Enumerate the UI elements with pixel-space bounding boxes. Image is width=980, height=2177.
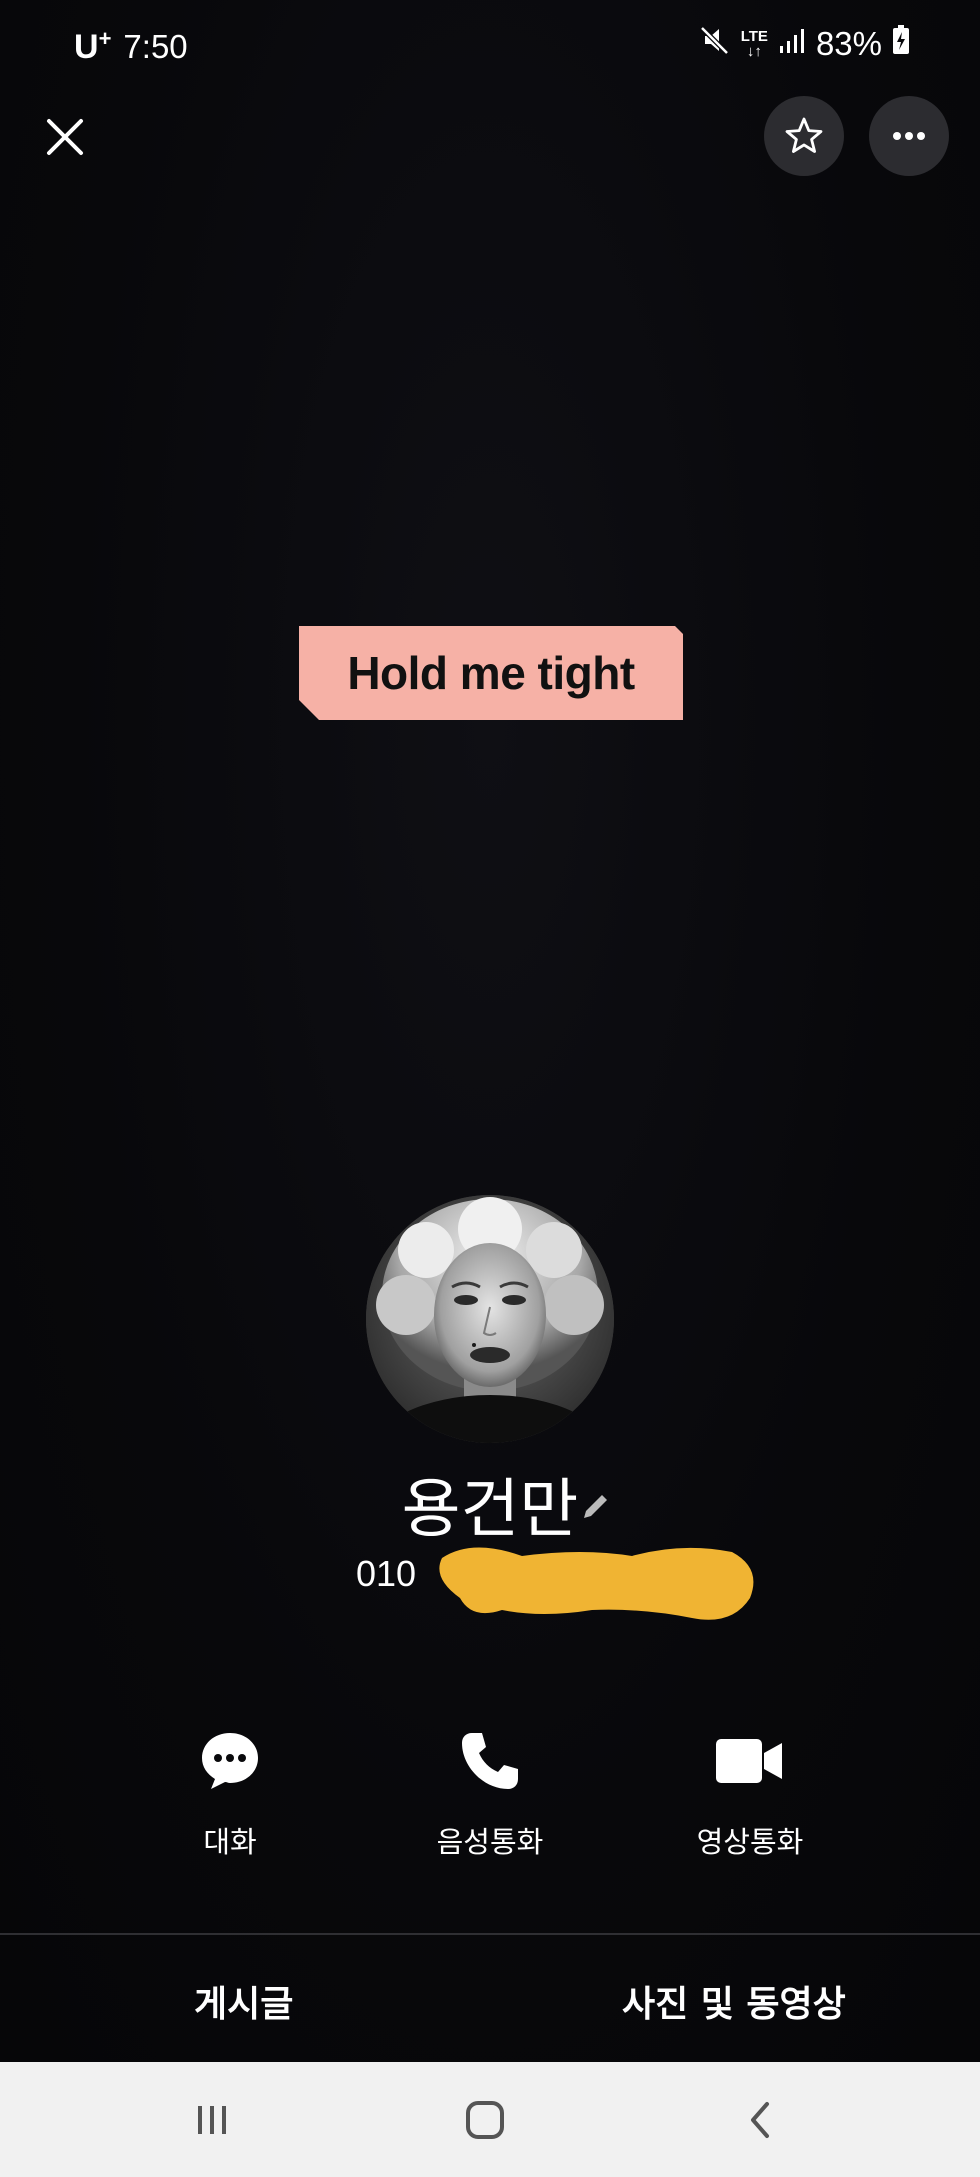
back-icon bbox=[751, 2102, 769, 2138]
profile-screen: U+ 7:50 LTE ↓↑ 83% Hold me tight 용건만 010… bbox=[0, 0, 980, 2062]
more-options-button[interactable] bbox=[869, 96, 949, 176]
recents-button[interactable] bbox=[182, 2092, 242, 2148]
phone-icon bbox=[454, 1725, 526, 1797]
clock: 7:50 bbox=[123, 27, 188, 65]
home-icon bbox=[466, 2101, 504, 2139]
battery-percent: 83% bbox=[815, 25, 882, 62]
battery-icon bbox=[892, 25, 910, 63]
video-call-label: 영상통화 bbox=[696, 1825, 804, 1859]
star-icon bbox=[785, 117, 823, 153]
back-button[interactable] bbox=[730, 2092, 790, 2148]
status-message-sticker[interactable]: Hold me tight bbox=[299, 626, 683, 720]
recents-icon bbox=[198, 2106, 226, 2134]
chat-label: 대화 bbox=[203, 1825, 257, 1859]
more-dots-icon bbox=[893, 132, 925, 140]
voice-call-label: 음성통화 bbox=[436, 1825, 544, 1859]
close-icon bbox=[47, 119, 83, 155]
mute-icon bbox=[699, 24, 731, 64]
tab-photos-videos[interactable]: 사진 및 동영상 bbox=[622, 1975, 846, 2027]
status-left: U+ 7:50 bbox=[74, 26, 188, 67]
lte-icon: LTE ↓↑ bbox=[740, 28, 768, 60]
chat-action[interactable]: 대화 bbox=[130, 1725, 330, 1861]
favorite-button[interactable] bbox=[764, 96, 844, 176]
status-bar: U+ 7:50 LTE ↓↑ 83% bbox=[0, 0, 980, 92]
voice-call-action[interactable]: 음성통화 bbox=[390, 1725, 590, 1861]
close-button[interactable] bbox=[38, 110, 92, 164]
video-camera-icon bbox=[714, 1725, 786, 1797]
system-nav-bar bbox=[0, 2062, 980, 2177]
pencil-icon bbox=[584, 1495, 607, 1518]
tab-posts[interactable]: 게시글 bbox=[194, 1975, 293, 2027]
video-call-action[interactable]: 영상통화 bbox=[650, 1725, 850, 1861]
signal-icon bbox=[778, 25, 806, 63]
avatar-photo bbox=[366, 1195, 614, 1443]
redaction-mark bbox=[432, 1538, 758, 1628]
carrier-label: U+ bbox=[74, 26, 112, 66]
chat-bubble-icon bbox=[194, 1725, 266, 1797]
phone-number: 010 bbox=[356, 1553, 417, 1594]
edit-name-button[interactable] bbox=[580, 1490, 612, 1522]
profile-avatar[interactable] bbox=[366, 1195, 614, 1443]
profile-name: 용건만 bbox=[401, 1473, 579, 1547]
home-button[interactable] bbox=[455, 2092, 515, 2148]
status-right: LTE ↓↑ 83% bbox=[699, 24, 910, 64]
divider bbox=[0, 1933, 980, 1935]
